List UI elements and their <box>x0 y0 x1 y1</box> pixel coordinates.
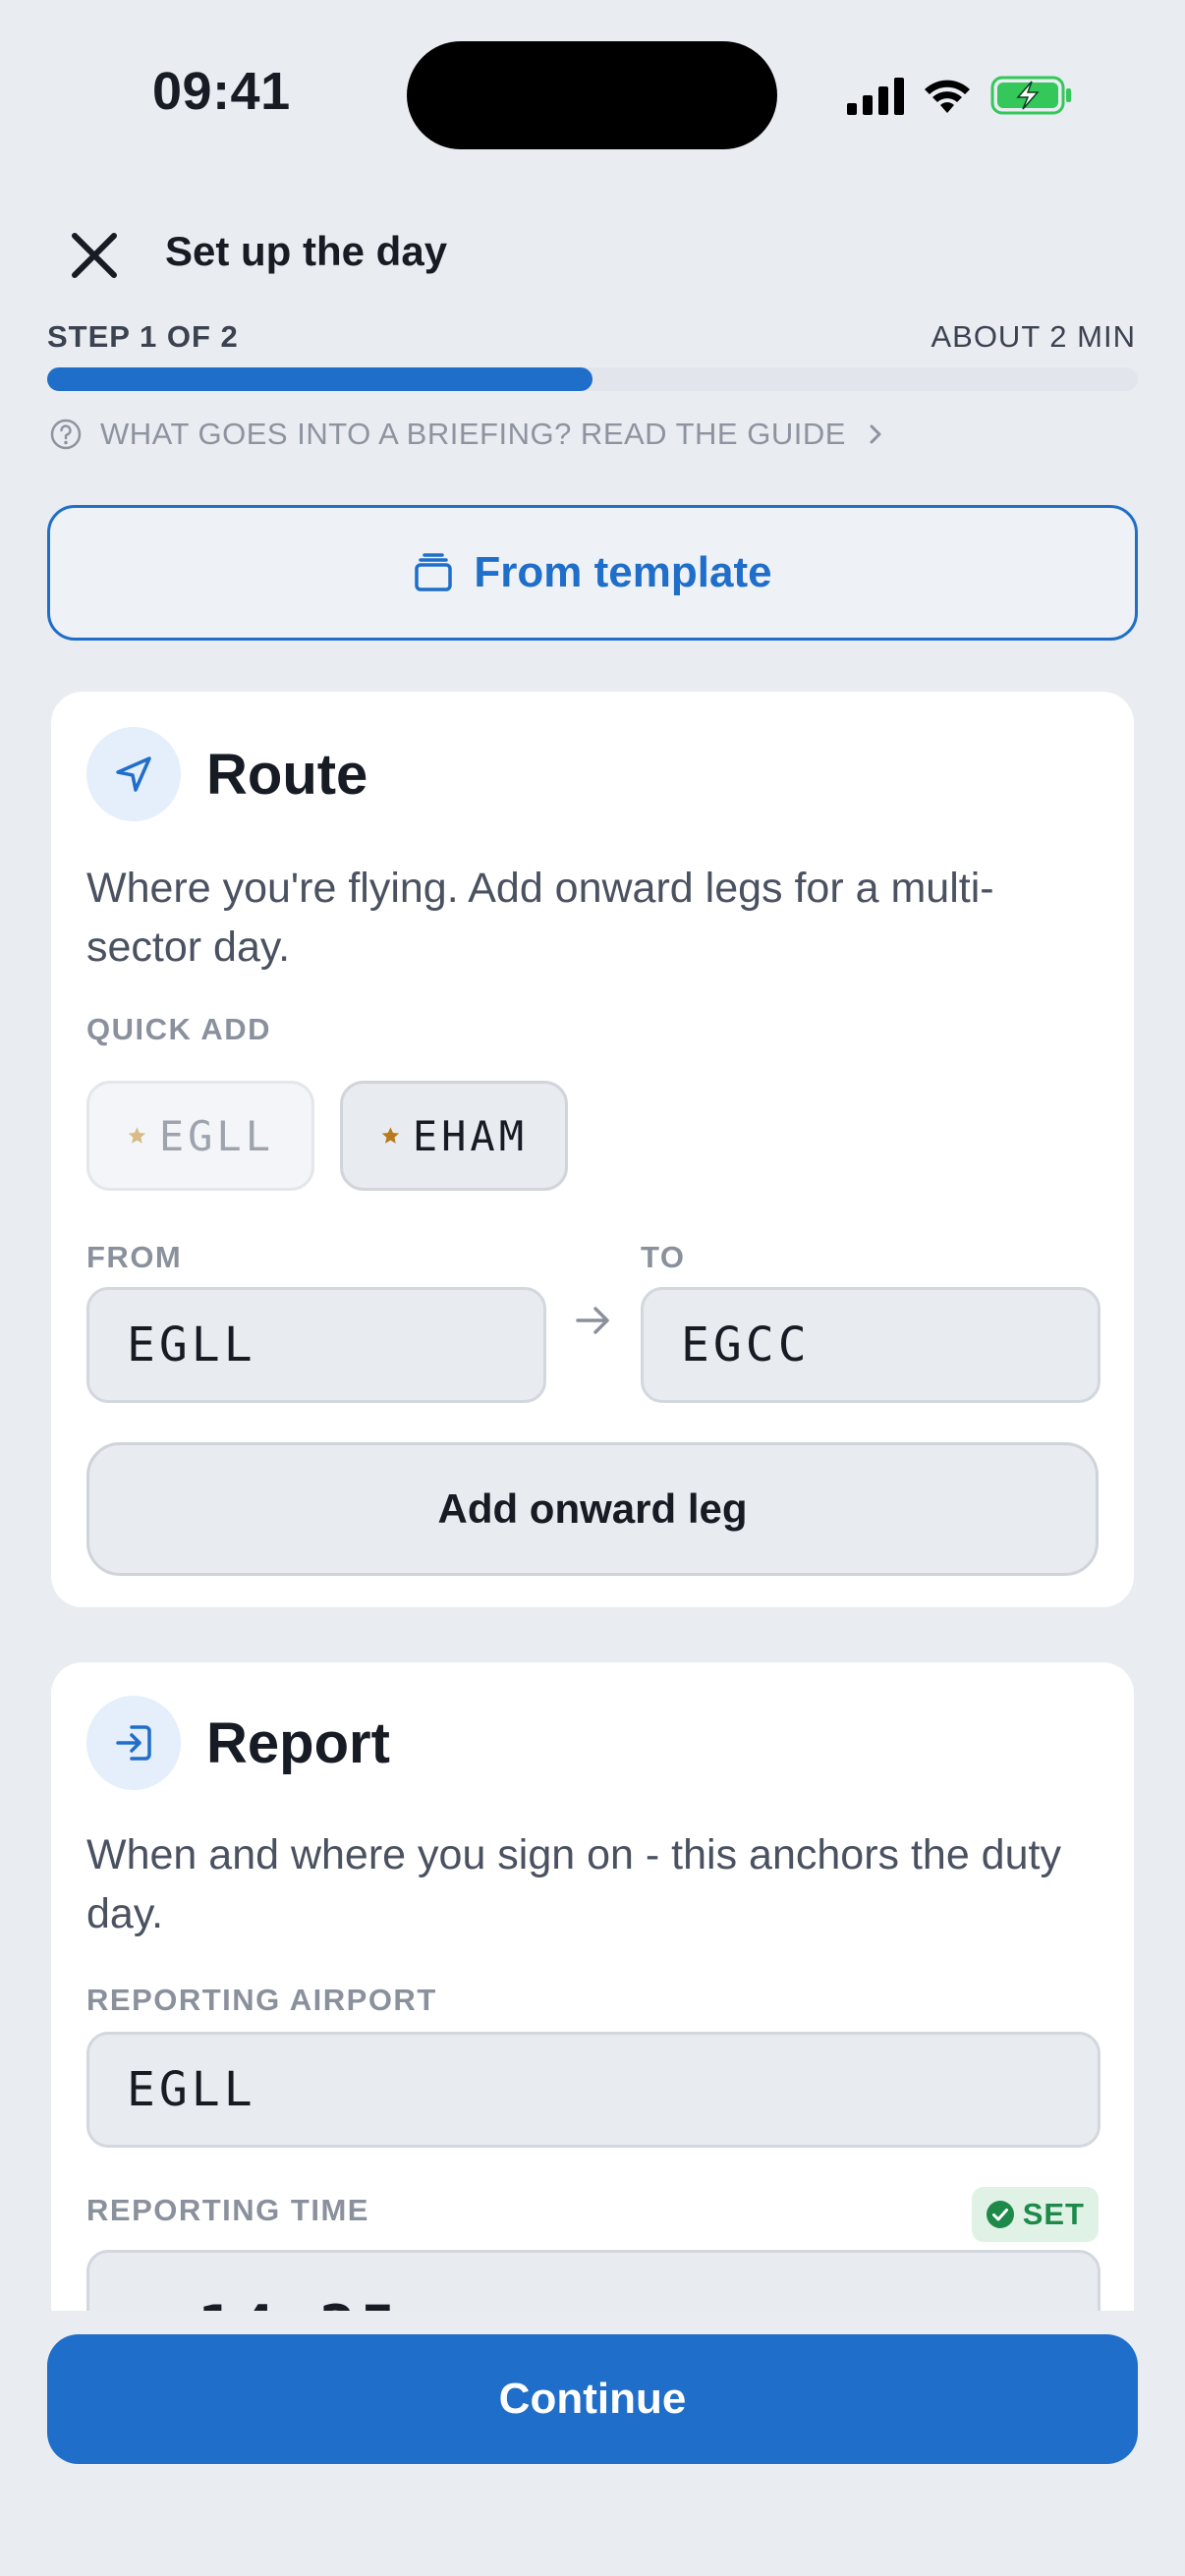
chevron-right-icon <box>870 424 881 444</box>
route-description: Where you're flying. Add onward legs for… <box>86 865 994 971</box>
add-onward-leg-button[interactable]: Add onward leg <box>86 1442 1099 1576</box>
arrow-right-icon <box>576 1307 609 1334</box>
to-label: TO <box>641 1240 686 1274</box>
from-template-button[interactable]: From template <box>47 505 1138 641</box>
continue-button[interactable]: Continue <box>47 2334 1138 2464</box>
quick-add-code: EGLL <box>158 1111 274 1160</box>
from-airport-field[interactable]: EGLL <box>86 1287 546 1403</box>
wifi-icon <box>925 80 970 113</box>
reporting-airport-label: REPORTING AIRPORT <box>86 1983 437 2017</box>
close-icon[interactable] <box>67 228 122 283</box>
report-description: When and where you sign on - this anchor… <box>86 1831 1061 1937</box>
route-header: Route <box>86 727 367 821</box>
reporting-airport-field[interactable]: EGLL <box>86 2032 1100 2148</box>
progress-fill <box>47 367 592 391</box>
report-header: Report <box>86 1696 390 1790</box>
report-icon-badge <box>86 1696 181 1790</box>
from-template-label: From template <box>474 548 772 596</box>
from-label: FROM <box>86 1240 183 1274</box>
guide-link-label: WHAT GOES INTO A BRIEFING? READ THE GUID… <box>100 417 846 451</box>
reporting-time-label: REPORTING TIME <box>86 2193 369 2227</box>
check-circle-icon <box>986 2201 1014 2228</box>
quick-add-chip-egll[interactable]: EGLL <box>86 1081 314 1191</box>
star-icon <box>381 1127 400 1144</box>
to-airport-field[interactable]: EGCC <box>641 1287 1100 1403</box>
navigation-arrow-icon <box>116 756 151 792</box>
battery-charging-icon <box>990 76 1071 115</box>
page-title: Set up the day <box>165 228 448 274</box>
quick-add-chips: EGLL EHAM <box>86 1081 676 1191</box>
status-icons <box>847 71 1073 120</box>
report-title: Report <box>206 1710 390 1775</box>
template-stack-icon <box>415 553 453 591</box>
quick-add-label: QUICK ADD <box>86 1012 272 1046</box>
cellular-signal-icon <box>847 78 904 115</box>
help-circle-icon <box>50 419 82 450</box>
route-card: Route Where you're flying. Add onward le… <box>51 692 1134 1607</box>
guide-link[interactable]: WHAT GOES INTO A BRIEFING? READ THE GUID… <box>49 417 887 452</box>
progress-bar <box>47 367 1138 391</box>
report-card: Report When and where you sign on - this… <box>51 1662 1134 2366</box>
status-time: 09:41 <box>152 62 291 121</box>
sign-in-icon <box>116 1725 151 1761</box>
step-indicator: STEP 1 OF 2 <box>47 319 239 354</box>
quick-add-chip-eham[interactable]: EHAM <box>340 1081 568 1191</box>
status-badge-label: SET <box>1022 2197 1085 2231</box>
route-title: Route <box>206 742 368 807</box>
quick-add-code: EHAM <box>412 1111 528 1160</box>
duration-estimate: ABOUT 2 MIN <box>931 319 1136 354</box>
dynamic-island <box>407 41 777 149</box>
route-icon-badge <box>86 727 181 821</box>
star-icon <box>128 1127 146 1144</box>
status-badge: SET <box>971 2187 1099 2242</box>
